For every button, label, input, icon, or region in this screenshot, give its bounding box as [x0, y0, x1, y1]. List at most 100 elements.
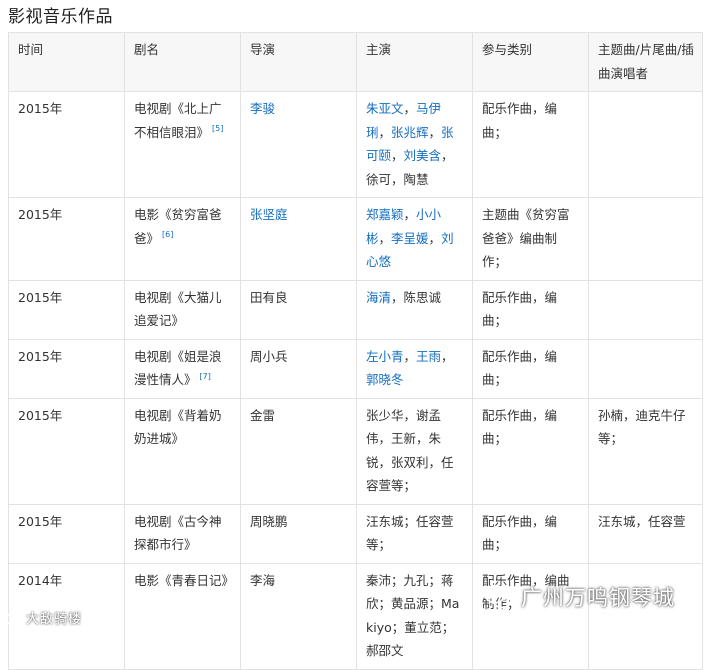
singers-cell: [588, 91, 703, 198]
cast-cell: 左小青，王雨，郭晓冬: [356, 338, 473, 399]
cast-text: 汪东城；任容萱等；: [366, 513, 454, 553]
category-text: 配乐作曲，编曲；: [482, 101, 558, 140]
singers-cell: 汪东城，任容萱: [588, 503, 703, 564]
drama-cell: 电视剧《姐是浪漫性情人》 [7]: [124, 338, 241, 399]
director-text: 金雷: [250, 407, 276, 423]
cast-text: ，: [428, 124, 442, 140]
year-text: 2015年: [18, 289, 63, 305]
watermark-weibo-name: 大敌骑楼: [26, 611, 83, 627]
singers-text: 汪东城，任容萱: [598, 513, 686, 529]
watermark-weibo: 大敌骑楼: [4, 606, 82, 628]
drama-title: 电视剧《古今神探都市行》: [134, 513, 222, 553]
cast-link[interactable]: 朱亚文: [366, 101, 404, 116]
director-cell: 田有良: [240, 279, 357, 340]
table-row: 2015年 电视剧《大猫儿追爱记》 田有良 海清，陈思诚 配乐作曲，编曲；: [8, 279, 703, 340]
director-text: 周小兵: [250, 348, 288, 364]
column-header-singers: 主题曲/片尾曲/插曲演唱者: [588, 32, 703, 92]
table-row: 2015年 电视剧《背着奶奶进城》 金雷 张少华，谢孟伟，王新，朱锐，张双利，任容萱等…: [8, 397, 703, 505]
drama-cell: 电视剧《大猫儿追爱记》: [124, 279, 241, 340]
column-header-director: 导演: [240, 32, 357, 92]
drama-title: 电影《贫穷富爸爸》: [134, 207, 222, 246]
cast-cell: 张少华，谢孟伟，王新，朱锐，张双利，任容萱等；: [356, 397, 473, 505]
singers-cell: [588, 197, 703, 281]
category-text: 主题曲《贫穷富爸爸》编曲制作；: [482, 207, 570, 269]
table-row: 2015年 电视剧《姐是浪漫性情人》 [7] 周小兵 左小青，王雨，郭晓冬 配乐作曲，编曲…: [8, 338, 703, 399]
cast-link[interactable]: 郭晓冬: [366, 372, 404, 387]
cast-cell: 汪东城；任容萱等；: [356, 503, 473, 564]
cast-link[interactable]: 左小青: [366, 349, 404, 364]
column-header-cast: 主演: [356, 32, 473, 92]
singers-cell: [588, 279, 703, 340]
table-row: 2014年 电影《青春日记》 李海 秦沛；九孔；蒋欣；黄品源；Makiyo；董立范；郝…: [8, 562, 703, 670]
cast-text: ，陈思诚: [391, 289, 442, 305]
category-cell: 配乐作曲，编曲制作；: [472, 562, 589, 670]
cast-cell: 秦沛；九孔；蒋欣；黄品源；Makiyo；董立范；郝邵文: [356, 562, 473, 670]
cast-text: ，: [403, 101, 417, 116]
drama-title: 电视剧《大猫儿追爱记》: [134, 289, 222, 329]
director-cell: 金雷: [240, 397, 357, 505]
year-cell: 2015年: [8, 397, 125, 505]
drama-title: 电视剧《姐是浪漫性情人》: [134, 348, 222, 388]
category-text: 配乐作曲，编曲；: [482, 513, 558, 553]
column-header-drama: 剧名: [124, 32, 241, 92]
category-cell: 配乐作曲，编曲；: [472, 503, 589, 564]
director-link[interactable]: 李骏: [250, 101, 275, 116]
cast-text: ，: [403, 207, 417, 222]
director-text: 田有良: [250, 289, 288, 305]
category-cell: 配乐作曲，编曲；: [472, 279, 589, 340]
drama-cell: 电影《青春日记》: [124, 562, 241, 670]
cast-cell: 朱亚文，马伊琍，张兆辉，张可颐，刘美含，徐可，陶慧: [356, 91, 473, 198]
year-cell: 2015年: [8, 338, 125, 399]
category-cell: 配乐作曲，编曲；: [472, 397, 589, 505]
director-cell: 张坚庭: [240, 197, 357, 281]
cast-text: ，: [378, 124, 392, 140]
year-cell: 2015年: [8, 279, 125, 340]
drama-title: 电影《青春日记》: [134, 572, 235, 588]
drama-cell: 电视剧《古今神探都市行》: [124, 503, 241, 564]
year-text: 2015年: [18, 407, 63, 423]
cast-text: ，: [428, 230, 442, 246]
cast-text: ，: [403, 348, 417, 364]
year-text: 2015年: [18, 101, 63, 116]
cast-link[interactable]: 张兆辉: [391, 125, 429, 140]
category-cell: 配乐作曲，编曲；: [472, 91, 589, 198]
director-cell: 周晓鹏: [240, 503, 357, 564]
table-row: 2015年 电视剧《古今神探都市行》 周晓鹏 汪东城；任容萱等； 配乐作曲，编曲； 汪东城…: [8, 503, 703, 564]
drama-cell: 电视剧《北上广不相信眼泪》 [5]: [124, 91, 241, 198]
table-header-row: 时间 剧名 导演 主演 参与类别 主题曲/片尾曲/插曲演唱者: [8, 32, 703, 92]
watermark-account-name: 广州万鸣钢琴城: [521, 586, 675, 610]
works-table: 时间 剧名 导演 主演 参与类别 主题曲/片尾曲/插曲演唱者 2015年电视剧《…: [8, 32, 703, 670]
cast-cell: 海清，陈思诚: [356, 279, 473, 340]
drama-title: 电视剧《北上广不相信眼泪》: [134, 101, 222, 140]
watermark-wechat: 广州万鸣钢琴城: [483, 582, 675, 612]
director-text: 周晓鹏: [250, 513, 288, 529]
director-cell: 周小兵: [240, 338, 357, 399]
reference-link[interactable]: [5]: [212, 124, 223, 133]
cast-link[interactable]: 海清: [366, 290, 391, 305]
cast-link[interactable]: 李呈媛: [391, 231, 429, 246]
director-cell: 李骏: [240, 91, 357, 198]
singers-text: 孙楠，迪克牛仔等；: [598, 407, 686, 447]
director-link[interactable]: 张坚庭: [250, 207, 288, 222]
drama-cell: 电影《贫穷富爸爸》 [6]: [124, 197, 241, 281]
year-text: 2015年: [18, 348, 63, 364]
category-cell: 主题曲《贫穷富爸爸》编曲制作；: [472, 197, 589, 281]
column-header-time: 时间: [8, 32, 125, 92]
cast-link[interactable]: 刘美含: [404, 148, 442, 163]
cast-text: 秦沛；九孔；蒋欣；黄品源；Makiyo；董立范；郝邵文: [366, 572, 460, 659]
year-text: 2015年: [18, 513, 63, 529]
cast-text: 张少华，谢孟伟，王新，朱锐，张双利，任容萱等；: [366, 407, 454, 494]
cast-link[interactable]: 郑嘉颖: [366, 207, 404, 222]
director-text: 李海: [250, 572, 276, 588]
category-cell: 配乐作曲，编曲；: [472, 338, 589, 399]
reference-link[interactable]: [6]: [162, 230, 173, 239]
singers-cell: 孙楠，迪克牛仔等；: [588, 397, 703, 505]
singers-cell: [588, 338, 703, 399]
drama-cell: 电视剧《背着奶奶进城》: [124, 397, 241, 505]
year-text: 2015年: [18, 207, 63, 222]
director-cell: 李海: [240, 562, 357, 670]
drama-title: 电视剧《背着奶奶进城》: [134, 407, 222, 447]
cast-link[interactable]: 王雨: [416, 349, 441, 364]
column-header-category: 参与类别: [472, 32, 589, 92]
reference-link[interactable]: [7]: [200, 372, 211, 381]
